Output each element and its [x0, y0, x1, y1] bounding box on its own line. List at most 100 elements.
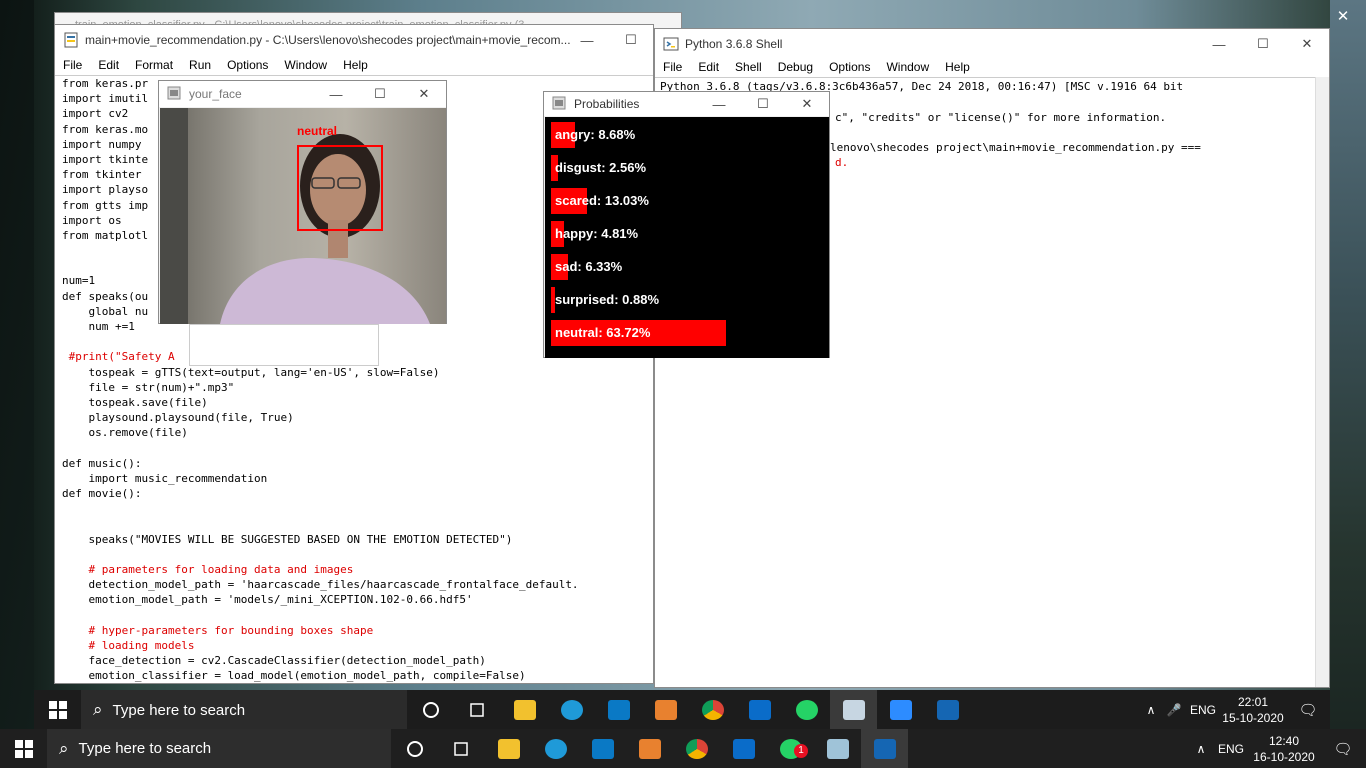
face-window[interactable]: your_face — ☐ ✕ neutral	[158, 80, 447, 324]
outer-start-icon[interactable]	[0, 729, 47, 768]
face-minimize-icon[interactable]: —	[314, 81, 358, 107]
media-player-icon[interactable]	[861, 729, 908, 768]
editor-titlebar[interactable]: main+movie_recommendation.py - C:\Users\…	[55, 25, 653, 55]
menu-file[interactable]: File	[55, 58, 90, 72]
store-icon[interactable]	[595, 690, 642, 730]
editor-minimize-icon[interactable]: —	[565, 25, 609, 55]
code-line[interactable]: import music_recommendation	[62, 471, 653, 486]
task-view-icon[interactable]	[438, 729, 485, 768]
notification-badge: 1	[794, 744, 808, 758]
menu-edit[interactable]: Edit	[90, 58, 127, 72]
shell-menu-window[interactable]: Window	[878, 60, 937, 74]
emotion-label: neutral	[297, 124, 338, 138]
outer-lang-indicator[interactable]: ENG	[1214, 742, 1248, 756]
outer-clock[interactable]: 12:40 16-10-2020	[1248, 733, 1320, 765]
code-line[interactable]: # parameters for loading data and images	[62, 562, 653, 577]
outer-search-placeholder: Type here to search	[78, 740, 212, 757]
notification-icon[interactable]: 🗨	[1286, 701, 1330, 719]
menu-format[interactable]: Format	[127, 58, 181, 72]
code-line[interactable]: def movie():	[62, 486, 653, 501]
probability-label: sad: 6.33%	[555, 259, 623, 274]
code-line[interactable]: # loading models	[62, 638, 653, 653]
inner-start-icon[interactable]	[34, 690, 81, 730]
code-line[interactable]: face_detection = cv2.CascadeClassifier(d…	[62, 653, 653, 668]
microphone-icon[interactable]: 🎤	[1162, 703, 1186, 717]
edge-icon[interactable]	[532, 729, 579, 768]
inner-clock[interactable]: 22:01 15-10-2020	[1220, 694, 1286, 726]
mail-icon[interactable]	[736, 690, 783, 730]
shell-scrollbar[interactable]	[1315, 77, 1329, 687]
tray-chevron-up-icon[interactable]: ∧	[1140, 703, 1162, 717]
zoom-icon[interactable]	[877, 690, 924, 730]
code-line[interactable]: emotion_classifier = load_model(emotion_…	[62, 668, 653, 683]
mail-icon[interactable]	[720, 729, 767, 768]
whatsapp-icon[interactable]: 1	[767, 729, 814, 768]
outer-taskbar: ⌕ Type here to search 1 ∧ ENG 12:40 16-1…	[0, 729, 1366, 768]
inner-search-box[interactable]: ⌕ Type here to search	[81, 690, 407, 730]
file-explorer-icon[interactable]	[501, 690, 548, 730]
menu-window[interactable]: Window	[276, 58, 335, 72]
code-line[interactable]: speaks("MOVIES WILL BE SUGGESTED BASED O…	[62, 532, 653, 547]
shell-menu-help[interactable]: Help	[937, 60, 978, 74]
face-maximize-icon[interactable]: ☐	[358, 81, 402, 107]
code-line[interactable]: tospeak = gTTS(text=output, lang='en-US'…	[62, 365, 653, 380]
python-idle-icon[interactable]	[814, 729, 861, 768]
whatsapp-icon[interactable]	[783, 690, 830, 730]
code-line[interactable]: def music():	[62, 456, 653, 471]
code-line[interactable]	[62, 516, 653, 531]
prob-titlebar[interactable]: Probabilities — ☐ ✕	[544, 92, 829, 116]
shell-menu-options[interactable]: Options	[821, 60, 878, 74]
menu-run[interactable]: Run	[181, 58, 219, 72]
office-icon[interactable]	[642, 690, 689, 730]
code-line[interactable]: detection_model_path = 'haarcascade_file…	[62, 577, 653, 592]
code-line[interactable]	[62, 547, 653, 562]
shell-menu-edit[interactable]: Edit	[690, 60, 727, 74]
code-line[interactable]: os.remove(file)	[62, 425, 653, 440]
task-view-icon[interactable]	[454, 690, 501, 730]
prob-maximize-icon[interactable]: ☐	[741, 92, 785, 116]
code-line[interactable]: tospeak.save(file)	[62, 395, 653, 410]
chrome-icon[interactable]	[689, 690, 736, 730]
inner-lang-indicator[interactable]: ENG	[1186, 703, 1220, 717]
prob-close-icon[interactable]: ✕	[785, 92, 829, 116]
code-line[interactable]	[62, 501, 653, 516]
code-line[interactable]: emotion_model_path = 'models/_mini_XCEPT…	[62, 592, 653, 607]
file-explorer-icon[interactable]	[485, 729, 532, 768]
edge-icon[interactable]	[548, 690, 595, 730]
office-icon[interactable]	[626, 729, 673, 768]
code-line[interactable]	[62, 441, 653, 456]
tray-chevron-up-icon[interactable]: ∧	[1188, 742, 1214, 756]
face-close-icon[interactable]: ✕	[402, 81, 446, 107]
store-icon[interactable]	[579, 729, 626, 768]
python-shell-icon	[663, 36, 679, 52]
shell-menu-debug[interactable]: Debug	[770, 60, 821, 74]
code-line[interactable]	[62, 608, 653, 623]
shell-close-icon[interactable]: ✕	[1285, 29, 1329, 59]
shell-maximize-icon[interactable]: ☐	[1241, 29, 1285, 59]
menu-options[interactable]: Options	[219, 58, 276, 72]
shell-menu-file[interactable]: File	[655, 60, 690, 74]
python-idle-icon[interactable]	[830, 690, 877, 730]
shell-menu-shell[interactable]: Shell	[727, 60, 770, 74]
media-player-icon[interactable]	[924, 690, 971, 730]
probability-label: angry: 8.68%	[555, 127, 636, 142]
outer-search-box[interactable]: ⌕ Type here to search	[47, 729, 391, 768]
face-titlebar[interactable]: your_face — ☐ ✕	[159, 81, 446, 107]
prob-minimize-icon[interactable]: —	[697, 92, 741, 116]
probability-label: scared: 13.03%	[555, 193, 649, 208]
menu-help[interactable]: Help	[335, 58, 376, 72]
cortana-icon[interactable]	[407, 690, 454, 730]
outer-tray: ∧ ENG 12:40 16-10-2020 🗨	[1188, 729, 1366, 768]
cortana-icon[interactable]	[391, 729, 438, 768]
chrome-icon[interactable]	[673, 729, 720, 768]
editor-maximize-icon[interactable]: ☐	[609, 25, 653, 55]
probabilities-window[interactable]: Probabilities — ☐ ✕ angry: 8.68% disgust:…	[543, 91, 830, 358]
code-line[interactable]: playsound.playsound(file, True)	[62, 410, 653, 425]
notification-icon[interactable]: 🗨	[1320, 740, 1366, 758]
code-line[interactable]: # hyper-parameters for bounding boxes sh…	[62, 623, 653, 638]
shell-titlebar[interactable]: Python 3.6.8 Shell — ☐ ✕	[655, 29, 1329, 59]
editor-menubar: File Edit Format Run Options Window Help	[55, 55, 653, 75]
code-line[interactable]: file = str(num)+".mp3"	[62, 380, 653, 395]
shell-minimize-icon[interactable]: —	[1197, 29, 1241, 59]
inner-date: 15-10-2020	[1222, 711, 1284, 725]
